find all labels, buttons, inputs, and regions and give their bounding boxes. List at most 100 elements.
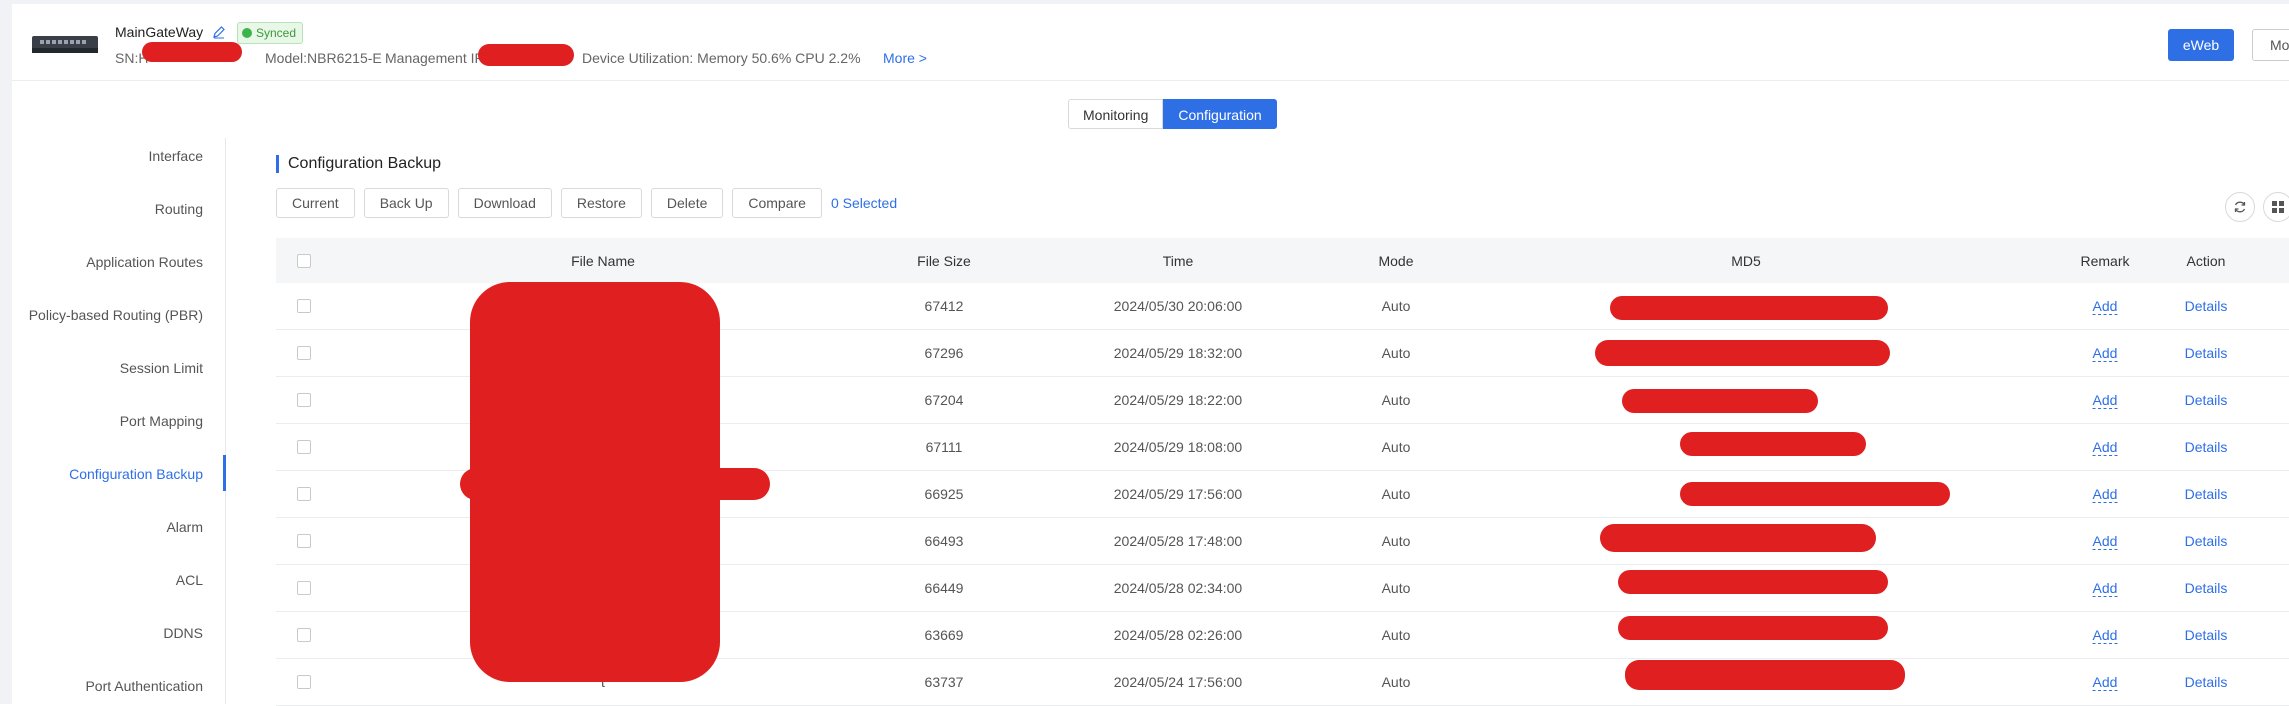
details-link[interactable]: Details — [2185, 533, 2228, 549]
column-md5: MD5 — [1731, 252, 1761, 269]
mode-cell: Auto — [1381, 486, 1411, 502]
sidebar-item-ddns[interactable]: DDNS — [163, 625, 203, 641]
row-checkbox[interactable] — [297, 628, 311, 642]
time-cell: 2024/05/30 20:06:00 — [1113, 298, 1243, 314]
add-remark-link[interactable]: Add — [2092, 674, 2118, 691]
time-cell: 2024/05/29 18:08:00 — [1113, 439, 1243, 455]
details-link[interactable]: Details — [2185, 345, 2228, 361]
details-link[interactable]: Details — [2185, 674, 2228, 690]
sidebar-item-port-mapping[interactable]: Port Mapping — [120, 413, 203, 429]
redaction-md5-5 — [1680, 482, 1950, 506]
mode-cell: Auto — [1381, 392, 1411, 408]
details-link[interactable]: Details — [2185, 486, 2228, 502]
redaction-md5-1 — [1610, 296, 1888, 320]
redaction-md5-6 — [1600, 524, 1876, 552]
time-cell: 2024/05/28 17:48:00 — [1113, 533, 1243, 549]
grid-view-button[interactable] — [2263, 192, 2289, 222]
grid-icon — [2272, 201, 2284, 213]
restore-button[interactable]: Restore — [560, 188, 642, 218]
row-checkbox[interactable] — [297, 299, 311, 313]
refresh-button[interactable] — [2225, 192, 2255, 222]
column-time: Time — [1162, 252, 1194, 269]
section-title: Configuration Backup — [276, 155, 441, 173]
add-remark-link[interactable]: Add — [2092, 345, 2118, 362]
redaction-md5-2 — [1595, 340, 1890, 366]
device-utilization: Device Utilization: Memory 50.6% CPU 2.2… — [582, 50, 861, 66]
row-checkbox[interactable] — [297, 675, 311, 689]
sidebar-item-configuration-backup[interactable]: Configuration Backup — [69, 466, 203, 482]
model-label: Model:NBR6215-E — [265, 50, 382, 66]
download-button[interactable]: Download — [457, 188, 552, 218]
refresh-icon — [2234, 201, 2246, 213]
tab-monitoring[interactable]: Monitoring — [1068, 99, 1164, 129]
column-action: Action — [2186, 252, 2226, 269]
current-button[interactable]: Current — [276, 188, 355, 218]
time-cell: 2024/05/28 02:26:00 — [1113, 627, 1243, 643]
file-size-cell: 67296 — [924, 345, 964, 361]
add-remark-link[interactable]: Add — [2092, 580, 2118, 597]
details-link[interactable]: Details — [2185, 627, 2228, 643]
sync-status-badge: Synced — [237, 22, 304, 44]
back-up-button[interactable]: Back Up — [363, 188, 449, 218]
file-size-cell: 63669 — [924, 627, 964, 643]
file-size-cell: 66449 — [924, 580, 964, 596]
sidebar-item-routing[interactable]: Routing — [155, 201, 203, 217]
time-cell: 2024/05/29 18:32:00 — [1113, 345, 1243, 361]
select-all-checkbox[interactable] — [297, 253, 311, 268]
row-checkbox[interactable] — [297, 487, 311, 501]
redaction-md5-8 — [1618, 616, 1888, 640]
file-size-cell: 67412 — [924, 298, 964, 314]
delete-button[interactable]: Delete — [650, 188, 724, 218]
details-link[interactable]: Details — [2185, 392, 2228, 408]
details-link[interactable]: Details — [2185, 580, 2228, 596]
eweb-button[interactable]: eWeb — [2168, 29, 2234, 61]
sidebar-item-session-limit[interactable]: Session Limit — [120, 360, 203, 376]
details-link[interactable]: Details — [2185, 439, 2228, 455]
mode-cell: Auto — [1381, 580, 1411, 596]
config-sidebar: Interface Routing Application Routes Pol… — [12, 138, 226, 704]
tab-configuration[interactable]: Configuration — [1163, 99, 1277, 129]
details-link[interactable]: Details — [2185, 298, 2228, 314]
redaction-sn — [142, 42, 242, 62]
sidebar-item-alarm[interactable]: Alarm — [166, 519, 203, 535]
sidebar-item-interface[interactable]: Interface — [149, 148, 203, 164]
row-checkbox[interactable] — [297, 534, 311, 548]
time-cell: 2024/05/29 18:22:00 — [1113, 392, 1243, 408]
sidebar-item-application-routes[interactable]: Application Routes — [86, 254, 203, 270]
row-checkbox[interactable] — [297, 393, 311, 407]
more-button[interactable]: More — [2252, 29, 2289, 61]
redaction-md5-3 — [1622, 389, 1818, 413]
add-remark-link[interactable]: Add — [2092, 627, 2118, 644]
sidebar-item-port-authentication[interactable]: Port Authentication — [85, 678, 203, 694]
file-size-cell: 67204 — [924, 392, 964, 408]
backup-toolbar: Current Back Up Download Restore Delete … — [276, 188, 897, 218]
column-mode: Mode — [1378, 252, 1414, 269]
left-strip — [0, 0, 12, 704]
row-checkbox[interactable] — [297, 346, 311, 360]
file-size-cell: 63737 — [924, 674, 964, 690]
selected-count: 0 Selected — [830, 195, 898, 211]
time-cell: 2024/05/24 17:56:00 — [1113, 674, 1243, 690]
row-checkbox[interactable] — [297, 440, 311, 454]
compare-button[interactable]: Compare — [732, 188, 822, 218]
table-header: File Name File Size Time Mode MD5 Remark… — [276, 238, 2289, 283]
redaction-file-names-2 — [460, 468, 770, 500]
mode-cell: Auto — [1381, 533, 1411, 549]
add-remark-link[interactable]: Add — [2092, 439, 2118, 456]
more-info-link[interactable]: More > — [883, 50, 927, 66]
redaction-md5-9 — [1625, 660, 1905, 690]
file-size-cell: 66925 — [924, 486, 964, 502]
column-file-size: File Size — [917, 252, 971, 269]
column-remark: Remark — [2080, 252, 2130, 269]
mode-cell: Auto — [1381, 674, 1411, 690]
add-remark-link[interactable]: Add — [2092, 298, 2118, 315]
edit-name-icon[interactable] — [212, 25, 226, 39]
add-remark-link[interactable]: Add — [2092, 533, 2118, 550]
row-checkbox[interactable] — [297, 581, 311, 595]
redaction-md5-4 — [1680, 432, 1866, 456]
sidebar-item-pbr[interactable]: Policy-based Routing (PBR) — [29, 307, 203, 323]
redaction-mgmt-ip — [478, 44, 574, 66]
add-remark-link[interactable]: Add — [2092, 392, 2118, 409]
sidebar-item-acl[interactable]: ACL — [176, 572, 203, 588]
add-remark-link[interactable]: Add — [2092, 486, 2118, 503]
